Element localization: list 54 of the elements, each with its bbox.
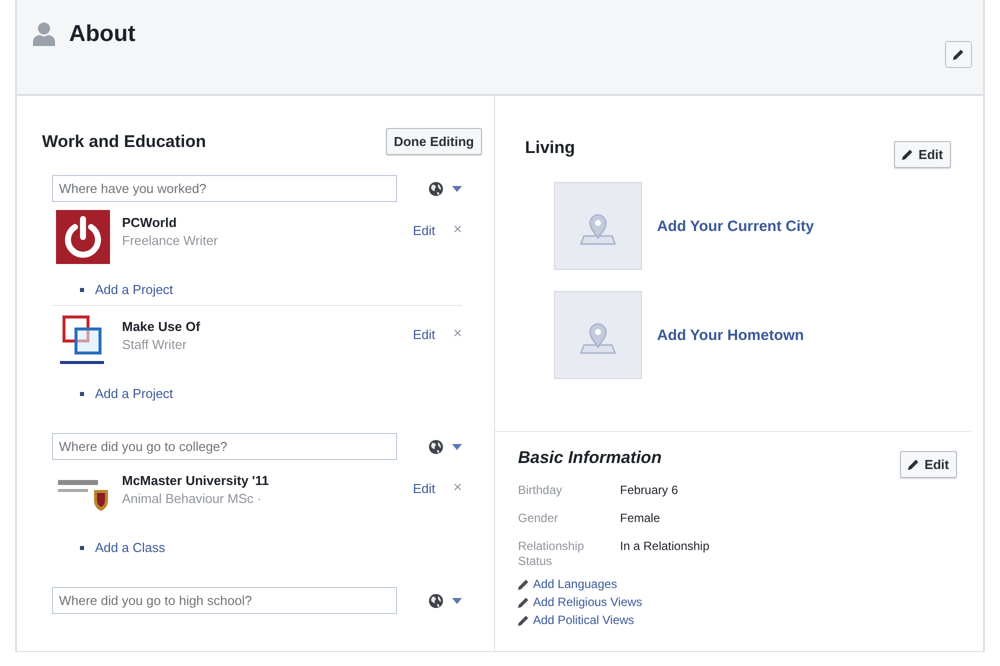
input-field[interactable]: Where did you go to high school?	[52, 587, 397, 614]
entry-detail: Freelance Writer	[122, 233, 219, 248]
edit-link[interactable]: Edit	[412, 223, 436, 238]
add-link[interactable]: Add a Class	[95, 540, 166, 555]
pencil-icon	[953, 49, 964, 60]
pencil-icon	[902, 149, 914, 160]
add-place-link[interactable]: Add Your Hometown	[657, 326, 804, 344]
field-label: Gender	[518, 511, 560, 526]
section-title: Basic Information	[518, 448, 662, 468]
edit-link[interactable]: Edit	[412, 481, 436, 496]
caret-icon	[452, 598, 462, 604]
entry-detail: Animal Behaviour MSc ·	[122, 491, 262, 506]
privacy-selector[interactable]	[427, 180, 464, 198]
add-place-link[interactable]: Add Your Current City	[657, 218, 814, 234]
add-info-link[interactable]: Add Religious Views	[533, 595, 642, 609]
input-field[interactable]: Where did you go to college?	[52, 433, 397, 460]
field-value: February 6	[620, 483, 680, 498]
section-title: Living	[525, 138, 576, 158]
field-value: In a Relationship	[620, 539, 710, 555]
add-link[interactable]: Add a Project	[95, 282, 174, 297]
power-logo	[56, 210, 110, 264]
bullet-icon	[80, 546, 84, 550]
globe-icon	[429, 594, 443, 608]
pencil-icon	[518, 596, 529, 608]
edit-link[interactable]: Edit	[412, 327, 436, 342]
pencil-icon	[518, 614, 529, 626]
add-link[interactable]: Add a Project	[95, 386, 174, 401]
caret-icon	[452, 444, 462, 450]
add-info-link[interactable]: Add Political Views	[533, 613, 634, 627]
add-info-link[interactable]: Add Languages	[533, 577, 618, 591]
entry-name: PCWorld	[122, 215, 178, 230]
entry-name: McMaster University '11	[122, 473, 270, 488]
bullet-icon	[80, 288, 84, 292]
bullet-icon	[80, 392, 84, 396]
entry-name: Make Use Of	[122, 319, 202, 334]
section-title: Work and Education	[42, 132, 206, 152]
privacy-selector[interactable]	[427, 592, 464, 610]
edit-button[interactable]: Edit	[900, 451, 957, 478]
page-title: About	[69, 20, 136, 47]
pencil-icon	[518, 578, 529, 590]
privacy-selector[interactable]	[427, 438, 464, 456]
input-field[interactable]: Where have you worked?	[52, 175, 397, 202]
field-label: Birthday	[518, 483, 564, 498]
edit-button[interactable]: Edit	[894, 141, 951, 168]
globe-icon	[429, 182, 443, 196]
person-icon	[33, 22, 55, 46]
field-value: Female	[620, 511, 662, 526]
done-editing-button[interactable]: Done Editing	[386, 128, 482, 155]
field-label: Relationship Status	[518, 539, 586, 569]
globe-icon	[429, 440, 443, 454]
edit-button[interactable]	[945, 41, 972, 68]
caret-icon	[452, 186, 462, 192]
entry-detail: Staff Writer	[122, 337, 188, 352]
pencil-icon	[908, 459, 920, 470]
